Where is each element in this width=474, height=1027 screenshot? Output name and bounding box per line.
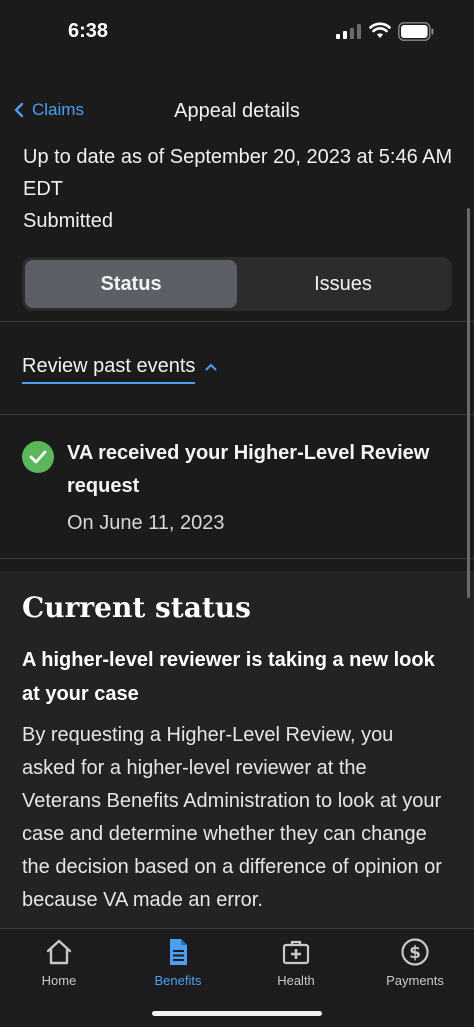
tab-home[interactable]: Home: [0, 937, 118, 988]
status-time: 6:38: [68, 20, 109, 42]
event-title: VA received your Higher-Level Review req…: [67, 442, 430, 497]
current-status-heading: Current status: [22, 591, 251, 624]
cellular-signal-icon: [336, 24, 361, 39]
appeal-details-content[interactable]: Up to date as of September 20, 2023 at 5…: [0, 135, 474, 928]
medical-kit-icon: [282, 940, 310, 965]
home-icon: [46, 939, 72, 965]
battery-icon: [398, 22, 434, 41]
dollar-icon: $: [401, 938, 429, 966]
tab-status[interactable]: Status: [25, 260, 237, 308]
tab-home-label: Home: [41, 973, 77, 988]
wifi-icon: [369, 22, 391, 38]
nav-header: Claims Appeal details: [0, 92, 474, 132]
chevron-up-icon: [205, 363, 217, 370]
tab-issues[interactable]: Issues: [237, 260, 449, 308]
current-status-subheading: A higher-level reviewer is taking a new …: [22, 649, 435, 705]
document-icon: [170, 939, 187, 965]
checkmark-circle-icon: [22, 441, 54, 473]
event-date: On June 11, 2023: [67, 512, 225, 534]
page-title: Appeal details: [174, 100, 300, 122]
svg-text:$: $: [409, 943, 421, 963]
tab-health-label: Health: [277, 973, 315, 988]
screen: 6:38 Claims Appeal details Up to date as…: [0, 0, 474, 1027]
current-status-description: By requesting a Higher-Level Review, you…: [22, 724, 442, 911]
last-updated-text: Up to date as of September 20, 2023 at 5…: [23, 146, 453, 200]
divider: [0, 414, 474, 415]
tab-benefits-label: Benefits: [154, 973, 202, 988]
tab-payments-label: Payments: [386, 973, 444, 988]
tab-health[interactable]: Health: [237, 937, 355, 988]
status-bar: 6:38: [0, 0, 474, 62]
current-status-card: Current status A higher-level reviewer i…: [0, 571, 474, 928]
home-indicator[interactable]: [152, 1011, 322, 1016]
scrollbar[interactable]: [467, 208, 470, 598]
review-past-events-toggle[interactable]: Review past events: [22, 355, 217, 384]
status-issues-segmented-control: Status Issues: [22, 257, 452, 311]
tab-benefits[interactable]: Benefits: [119, 937, 237, 988]
divider: [0, 558, 474, 559]
appeal-status-text: Submitted: [23, 210, 114, 232]
tab-payments[interactable]: $ Payments: [356, 937, 474, 988]
divider: [0, 321, 474, 322]
review-past-events-label: Review past events: [22, 355, 196, 384]
